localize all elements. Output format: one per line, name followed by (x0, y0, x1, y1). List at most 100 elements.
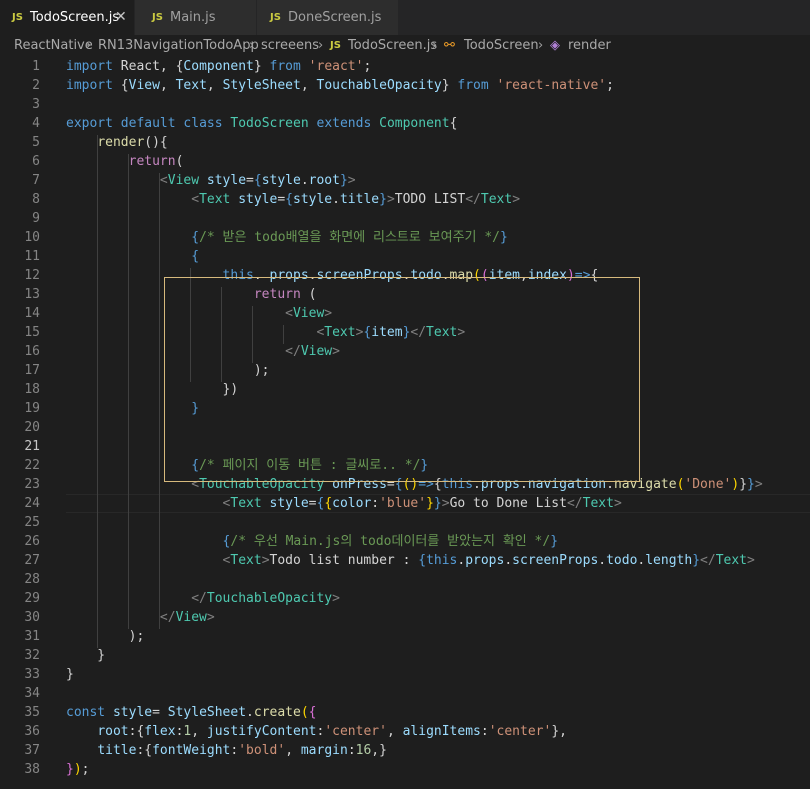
code-token: View (175, 610, 207, 625)
tab-todoscreen[interactable]: JS TodoScreen.js ✕ (0, 0, 135, 35)
line-number: 6 (32, 154, 40, 169)
code-token: View (167, 173, 200, 188)
line-number: 8 (32, 192, 40, 207)
indent-guide (97, 135, 98, 648)
code-token: const (66, 705, 106, 720)
code-token: View (128, 78, 160, 93)
code-token: /* 우선 Main.js의 todo데이터를 받았는지 확인 */ (230, 534, 551, 549)
code-token: ; (606, 78, 614, 93)
code-token: import (66, 59, 113, 74)
line-number: 33 (24, 667, 40, 682)
code-token: justifyContent (206, 724, 317, 739)
code-line[interactable]: import React, {Component} from 'react'; (66, 57, 371, 76)
line-number: 16 (24, 344, 40, 359)
code-token: Text (715, 553, 747, 568)
code-line[interactable]: </TouchableOpacity> (66, 589, 340, 608)
code-token: TouchableOpacity (316, 78, 442, 93)
code-token: } (379, 192, 387, 207)
breadcrumb-item[interactable]: TodoScreen.js (348, 35, 437, 57)
code-token: </ (566, 496, 583, 511)
code-token: color (332, 496, 372, 511)
code-token: = (152, 705, 168, 720)
code-token: } (739, 477, 748, 492)
code-line[interactable]: }); (66, 760, 89, 779)
code-token: todo (606, 553, 638, 568)
code-line[interactable]: render(){ (66, 133, 167, 152)
line-number: 7 (32, 173, 40, 188)
code-token: , (300, 78, 317, 93)
js-file-icon: JS (330, 40, 341, 51)
js-file-icon: JS (12, 12, 23, 23)
code-token: > (332, 591, 340, 606)
line-number: 27 (24, 553, 40, 568)
tab-main[interactable]: JS Main.js (135, 0, 257, 35)
js-file-icon: JS (270, 12, 281, 23)
code-token: > (512, 192, 521, 207)
code-token: 'blue' (379, 496, 427, 511)
code-token: } (747, 477, 755, 492)
code-line[interactable]: ); (66, 627, 145, 646)
code-line[interactable]: { (66, 247, 199, 266)
code-token: } (441, 78, 458, 93)
breadcrumb-item[interactable]: ReactNative (14, 35, 93, 57)
code-line[interactable]: export default class TodoScreen extends … (66, 114, 457, 133)
code-line[interactable]: return( (66, 152, 184, 171)
code-line[interactable]: <Text>Todo list number : {this.props.scr… (66, 551, 755, 570)
line-number: 11 (24, 249, 40, 264)
code-line[interactable]: root:{flex:1, justifyContent:'center', a… (66, 722, 567, 741)
line-number: 23 (24, 477, 40, 492)
line-number: 17 (24, 363, 40, 378)
code-token: 'react' (308, 59, 364, 74)
code-token: default (120, 116, 176, 131)
code-token: :{ (136, 743, 153, 758)
tab-donescreen[interactable]: JS DoneScreen.js (257, 0, 399, 35)
code-line[interactable]: <View style={style.root}> (66, 171, 356, 190)
code-editor[interactable]: 1 import React, {Component} from 'react';… (0, 57, 810, 789)
code-line[interactable]: {/* 우선 Main.js의 todo데이터를 받았는지 확인 */} (66, 532, 559, 551)
code-token: 'bold' (238, 743, 286, 758)
line-number: 18 (24, 382, 40, 397)
code-line[interactable]: <Text style={{color:'blue'}}>Go to Done … (66, 494, 622, 513)
code-token: { (449, 116, 458, 131)
code-token: TodoScreen (230, 116, 309, 131)
code-token: . (332, 192, 340, 207)
code-token: { (308, 705, 317, 720)
code-token: title (97, 743, 137, 758)
indent-guide (128, 154, 129, 629)
code-token: > (754, 477, 763, 492)
class-icon: ⚯ (444, 38, 455, 53)
code-line[interactable]: import {View, Text, StyleSheet, Touchabl… (66, 76, 614, 95)
code-line[interactable]: <Text style={style.title}>TODO LIST</Tex… (66, 190, 520, 209)
code-token: alignItems (402, 724, 481, 739)
code-token: } (550, 534, 559, 549)
code-token: , (206, 78, 223, 93)
code-token: ); (66, 629, 145, 644)
code-token: TouchableOpacity (206, 591, 333, 606)
breadcrumb-item[interactable]: render (568, 35, 611, 57)
code-token: length (645, 553, 693, 568)
code-line[interactable]: } (66, 646, 105, 665)
code-token: < (191, 192, 200, 207)
code-token: style (261, 173, 301, 188)
tab-label: Main.js (170, 10, 216, 25)
code-line[interactable]: title:{fontWeight:'bold', margin:16,} (66, 741, 387, 760)
close-icon[interactable]: ✕ (115, 0, 127, 35)
line-number: 24 (24, 496, 40, 511)
breadcrumb-item[interactable]: screeens (261, 35, 319, 57)
breadcrumb-item[interactable]: RN13NavigationTodoApp (98, 35, 259, 57)
breadcrumb-item[interactable]: TodoScreen (464, 35, 539, 57)
code-token: screenProps (512, 553, 599, 568)
code-line[interactable]: } (66, 665, 74, 684)
code-line[interactable]: const style= StyleSheet.create({ (66, 703, 317, 722)
code-token: { (112, 78, 129, 93)
code-token: . (300, 173, 309, 188)
code-line[interactable]: {/* 받은 todo배열을 화면에 리스트로 보여주기 */} (66, 228, 508, 247)
code-line[interactable]: </View> (66, 608, 215, 627)
code-token: Text (175, 78, 207, 93)
